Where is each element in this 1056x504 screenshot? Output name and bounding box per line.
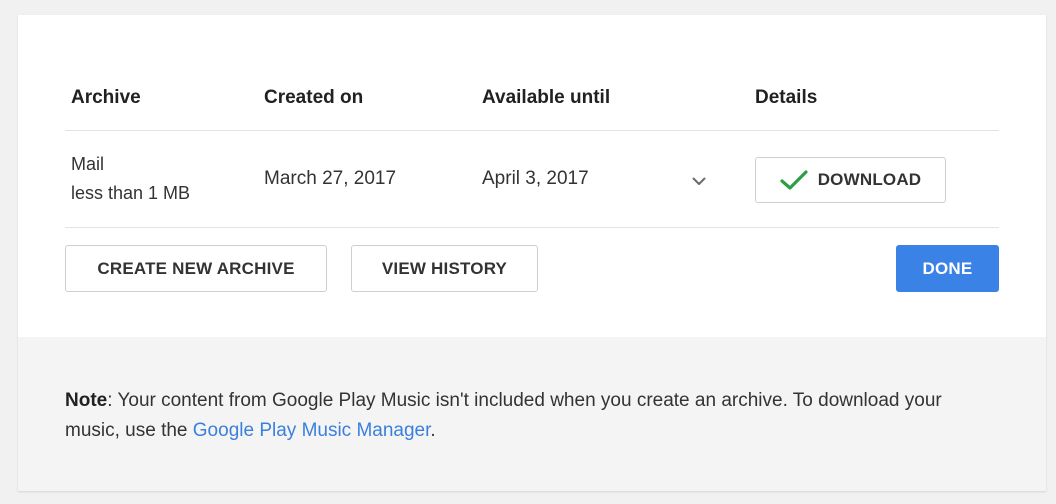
archive-table: Archive Created on Available until Detai… xyxy=(65,75,999,228)
note-footer: Note: Your content from Google Play Musi… xyxy=(18,337,1046,491)
archive-size: less than 1 MB xyxy=(71,183,191,203)
archive-panel: Archive Created on Available until Detai… xyxy=(18,15,1046,337)
view-history-label: VIEW HISTORY xyxy=(381,258,508,278)
archive-name: Mail xyxy=(71,154,105,174)
created-date: March 27, 2017 xyxy=(264,168,397,189)
done-label: DONE xyxy=(922,258,973,278)
create-new-archive-button[interactable]: CREATE NEW ARCHIVE xyxy=(65,245,327,292)
note-end: . xyxy=(430,420,436,441)
header-details: Details xyxy=(755,87,818,108)
view-history-button[interactable]: VIEW HISTORY xyxy=(351,245,538,292)
create-new-archive-label: CREATE NEW ARCHIVE xyxy=(97,258,295,278)
note-bold-label: Note xyxy=(65,390,108,411)
header-archive: Archive xyxy=(71,87,141,108)
header-created-on: Created on xyxy=(264,87,364,108)
done-button[interactable]: DONE xyxy=(896,245,999,292)
table-row: Mail less than 1 MB March 27, 2017 April… xyxy=(65,131,999,228)
check-icon xyxy=(780,169,808,191)
header-available-until: Available until xyxy=(482,87,611,108)
available-date: April 3, 2017 xyxy=(482,168,589,189)
table-header: Archive Created on Available until Detai… xyxy=(65,75,999,131)
archive-dialog: Archive Created on Available until Detai… xyxy=(18,15,1046,491)
chevron-down-icon[interactable] xyxy=(687,169,711,193)
note-text: Note: Your content from Google Play Musi… xyxy=(65,386,965,446)
download-button[interactable]: DOWNLOAD xyxy=(755,157,946,203)
download-label: DOWNLOAD xyxy=(817,170,922,189)
play-music-manager-link[interactable]: Google Play Music Manager xyxy=(193,420,431,441)
